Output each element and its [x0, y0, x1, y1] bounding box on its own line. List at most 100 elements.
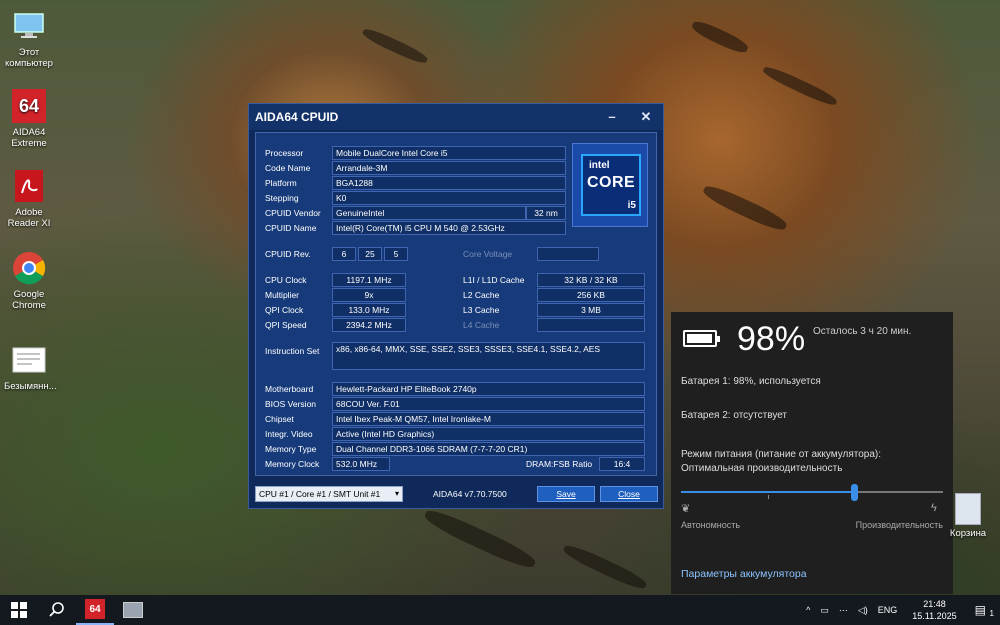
l4-cache-label: L4 Cache — [463, 320, 500, 330]
volume-icon[interactable]: ◁) — [853, 605, 873, 616]
battery-remaining: Осталось 3 ч 20 мин. — [813, 326, 912, 337]
taskbar: 64 ^ ▭ ⋯ ◁) ENG 21:48 15.11.2025 ▤ 1 — [0, 595, 1000, 625]
desktop-icon-label: Этот компьютер — [5, 47, 53, 69]
cpu-core-selector[interactable]: CPU #1 / Core #1 / SMT Unit #1 ▾ — [255, 486, 403, 502]
battery-tray-icon[interactable]: ▭ — [815, 605, 834, 616]
app-window-icon — [123, 602, 143, 618]
qpi-clock-label: QPI Clock — [265, 305, 304, 315]
notification-count: 1 — [989, 609, 994, 618]
slider-thumb[interactable] — [850, 484, 858, 501]
l4-cache-value — [537, 318, 645, 332]
power-mode-slider[interactable] — [681, 484, 943, 501]
close-button[interactable]: Close — [600, 486, 658, 502]
taskbar-aida64[interactable]: 64 — [76, 595, 114, 625]
intel-brand-text: intel — [589, 160, 610, 171]
pdf-icon — [11, 168, 47, 204]
power-mode-value: Оптимальная производительность — [681, 463, 843, 474]
network-icon[interactable]: ⋯ — [834, 605, 853, 616]
desktop-icon-chrome[interactable]: Google Chrome — [4, 250, 54, 311]
start-button[interactable] — [0, 595, 38, 625]
cpuid-panel: Processor Mobile DualCore Intel Core i5 … — [255, 132, 657, 476]
computer-icon — [11, 8, 47, 44]
aida64-icon: 64 — [11, 88, 47, 124]
cpuid-name-value: Intel(R) Core(TM) i5 CPU M 540 @ 2.53GHz — [332, 221, 566, 235]
slider-fill — [681, 491, 854, 493]
stepping-label: Stepping — [265, 193, 299, 203]
battery-percent: 98% — [737, 320, 806, 358]
core-voltage-label: Core Voltage — [463, 249, 513, 259]
desktop-icon-this-pc[interactable]: Этот компьютер — [4, 8, 54, 69]
notifications-button[interactable]: ▤ 1 — [967, 603, 1000, 618]
wallpaper-stripe — [761, 63, 839, 109]
cpuid-vendor-label: CPUID Vendor — [265, 208, 321, 218]
battery-settings-link[interactable]: Параметры аккумулятора — [681, 568, 807, 580]
cpuid-name-label: CPUID Name — [265, 223, 317, 233]
integrated-video-value: Active (Intel HD Graphics) — [332, 427, 645, 441]
search-icon — [49, 602, 64, 617]
show-hidden-icons-icon[interactable]: ^ — [801, 605, 815, 615]
l2-cache-value: 256 KB — [537, 288, 645, 302]
desktop-icon-untitled[interactable]: Безымянн... — [4, 342, 57, 392]
intel-logo-icon: intel CORE i5 — [581, 154, 641, 216]
cpuid-rev-model: 25 — [358, 247, 382, 261]
slider-right-label: Производительность — [855, 520, 943, 530]
chipset-value: Intel Ibex Peak-M QM57, Intel Ironlake-M — [332, 412, 645, 426]
memory-clock-label: Memory Clock — [265, 459, 320, 469]
cpu-clock-value: 1197.1 MHz — [332, 273, 406, 287]
l1-cache-value: 32 KB / 32 KB — [537, 273, 645, 287]
qpi-speed-label: QPI Speed — [265, 320, 307, 330]
slider-tick — [768, 495, 769, 499]
chevron-down-icon: ▾ — [394, 489, 399, 498]
notification-icon: ▤ — [974, 603, 986, 617]
aida-cpuid-window: AIDA64 CPUID – ✕ Processor Mobile DualCo… — [248, 103, 664, 509]
clock[interactable]: 21:48 15.11.2025 — [902, 598, 966, 622]
wallpaper-stripe — [689, 17, 751, 57]
desktop-icon-aida64[interactable]: 64 AIDA64 Extreme — [4, 88, 54, 149]
version-label: AIDA64 v7.70.7500 — [433, 489, 507, 499]
wallpaper-stripe — [561, 541, 649, 593]
battery-1-status: Батарея 1: 98%, используется — [681, 376, 821, 387]
processor-label: Processor — [265, 148, 304, 158]
recycle-bin-icon — [955, 493, 981, 525]
wallpaper-stripe — [360, 25, 430, 67]
desktop-icon-recycle-bin[interactable]: Корзина — [947, 493, 989, 539]
minimize-button[interactable]: – — [595, 109, 629, 125]
wallpaper-stripe — [700, 181, 790, 235]
leaf-icon: ❦ — [681, 503, 691, 515]
desktop-icon-adobe-reader[interactable]: Adobe Reader XI — [4, 168, 54, 229]
window-titlebar[interactable]: AIDA64 CPUID – ✕ — [249, 104, 663, 130]
window-footer: CPU #1 / Core #1 / SMT Unit #1 ▾ AIDA64 … — [255, 485, 658, 505]
cpu-core-selector-value: CPU #1 / Core #1 / SMT Unit #1 — [259, 489, 381, 499]
close-window-button[interactable]: ✕ — [629, 109, 663, 125]
process-node-value: 32 nm — [526, 206, 566, 220]
language-indicator[interactable]: ENG — [873, 605, 903, 615]
wallpaper-stripe — [421, 505, 539, 573]
multiplier-label: Multiplier — [265, 290, 300, 300]
taskbar-app[interactable] — [114, 595, 152, 625]
battery-2-status: Батарея 2: отсутствует — [681, 410, 788, 421]
codename-value: Arrandale-3M — [332, 161, 566, 175]
desktop-icon-label: Adobe Reader XI — [7, 207, 51, 229]
l3-cache-label: L3 Cache — [463, 305, 500, 315]
aida64-icon: 64 — [85, 599, 105, 619]
aida64-badge: 64 — [12, 89, 46, 123]
chrome-icon — [11, 250, 47, 286]
search-button[interactable] — [38, 595, 76, 625]
desktop-icon-label: Безымянн... — [4, 381, 57, 392]
window-title: AIDA64 CPUID — [255, 110, 339, 124]
dram-fsb-ratio-label: DRAM:FSB Ratio — [526, 459, 593, 469]
system-tray: ^ ▭ ⋯ ◁) ENG 21:48 15.11.2025 ▤ 1 — [801, 595, 1000, 625]
platform-value: BGA1288 — [332, 176, 566, 190]
dram-fsb-ratio-value: 16:4 — [599, 457, 645, 471]
save-button[interactable]: Save — [537, 486, 595, 502]
cpuid-rev-family: 6 — [332, 247, 356, 261]
intel-core-i5-badge: intel CORE i5 — [572, 143, 648, 227]
desktop-icon-label: Корзина — [949, 528, 987, 539]
desktop-icon-label: AIDA64 Extreme — [11, 127, 47, 149]
memory-type-value: Dual Channel DDR3-1066 SDRAM (7-7-7-20 C… — [332, 442, 645, 456]
clock-time: 21:48 — [923, 599, 946, 609]
platform-label: Platform — [265, 178, 297, 188]
instruction-set-value: x86, x86-64, MMX, SSE, SSE2, SSE3, SSSE3… — [332, 342, 645, 370]
desktop-icon-label: Google Chrome — [12, 289, 46, 311]
cpuid-rev-label: CPUID Rev. — [265, 249, 311, 259]
